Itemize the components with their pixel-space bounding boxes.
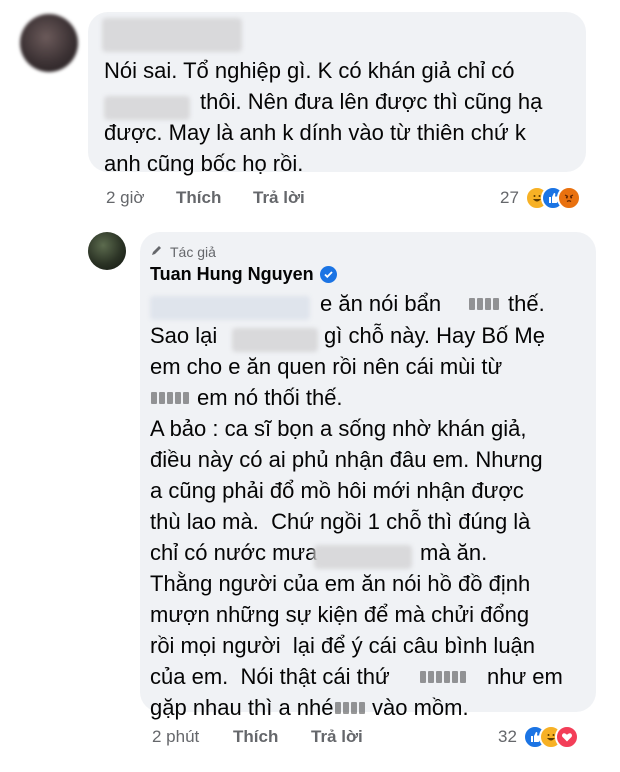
reply-link[interactable]: Trả lời — [311, 727, 363, 747]
author-name: Tuan Hung Nguyen — [150, 264, 314, 284]
reply-line: Sao lại — [150, 323, 218, 348]
reply-line: a cũng phải đổ mồ hôi mới nhận được — [150, 478, 524, 503]
author-name-row[interactable]: Tuan Hung Nguyen — [150, 264, 337, 285]
reactions-summary[interactable]: 27 — [500, 186, 581, 210]
blurred-word — [232, 328, 318, 352]
like-label: Thích — [176, 188, 222, 207]
reactions-summary[interactable]: 32 — [498, 725, 579, 749]
verified-badge-icon — [319, 266, 337, 283]
reply-line: thế. — [508, 291, 545, 316]
censored-word — [335, 702, 365, 714]
reply-line: điều này có ai phủ nhận đâu em. Nhưng — [150, 447, 543, 472]
reply-time[interactable]: 2 phút — [152, 727, 199, 747]
pencil-icon — [150, 243, 164, 260]
love-icon — [554, 725, 579, 749]
reply-line: mà ăn. — [420, 540, 488, 565]
comment-line: được. May là anh k dính vào từ thiên chứ… — [104, 120, 526, 145]
author-tag-label: Tác giả — [170, 243, 216, 260]
reply-label: Trả lời — [253, 188, 305, 207]
reaction-count: 27 — [500, 188, 519, 207]
comment-time[interactable]: 2 giờ — [106, 188, 145, 208]
reply-line: thù lao mà. Chứ ngồi 1 chỗ thì đúng là — [150, 509, 531, 534]
reply-link[interactable]: Trả lời — [253, 188, 305, 208]
reply-line: e ăn nói bẩn — [320, 291, 442, 316]
commenter-avatar[interactable] — [20, 14, 78, 72]
angry-icon — [556, 186, 581, 210]
reply-line: em cho e ăn quen rồi nên cái mùi từ — [150, 354, 503, 379]
comment-line: anh cũng bốc họ rồi. — [104, 151, 304, 176]
blurred-commenter-name — [102, 18, 242, 52]
reply-line: Thằng người của em ăn nói hồ đồ định — [150, 571, 531, 596]
censored-word — [151, 392, 189, 404]
author-avatar[interactable] — [88, 232, 126, 270]
like-label: Thích — [233, 727, 279, 746]
reply-line: rồi mọi người lại để ý cái câu bình luận — [150, 633, 536, 658]
author-tag: Tác giả — [150, 243, 216, 260]
reply-line: của em. Nói thật cái thứ — [150, 664, 390, 689]
reply-line: vào mồm. — [372, 695, 469, 720]
reply-line: gì chỗ này. Hay Bố Mẹ — [324, 323, 545, 348]
like-link[interactable]: Thích — [233, 727, 278, 747]
reaction-count: 32 — [498, 727, 517, 746]
blurred-word — [314, 545, 412, 569]
reply-line: như em — [487, 664, 563, 689]
reply-label: Trả lời — [311, 727, 363, 746]
reply-line: chỉ có nước mưa — [150, 540, 318, 565]
reply-line: gặp nhau thì a nhé — [150, 695, 334, 720]
reply-line: mượn những sự kiện để mà chửi đổng — [150, 602, 530, 627]
reply-line: em nó thối thế. — [197, 385, 343, 410]
like-link[interactable]: Thích — [176, 188, 221, 208]
reply-line: A bảo : ca sĩ bọn a sống nhờ khán giả, — [150, 416, 527, 441]
censored-word — [420, 671, 466, 683]
censored-word — [469, 298, 499, 310]
comment-line: Nói sai. Tổ nghiệp gì. K có khán giả chỉ… — [104, 58, 515, 83]
blurred-name — [150, 296, 310, 320]
comment-line: thôi. Nên đưa lên được thì cũng hạ — [200, 89, 543, 114]
